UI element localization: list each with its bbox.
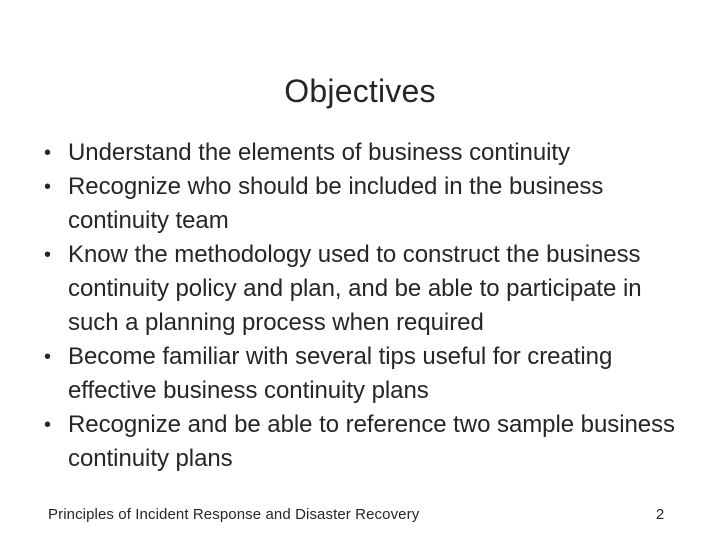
list-item: • Understand the elements of business co… [36, 136, 692, 170]
bullet-point-icon: • [44, 346, 51, 368]
list-item: • Know the methodology used to construct… [36, 238, 692, 340]
list-item-text: Become familiar with several tips useful… [68, 343, 613, 404]
presentation-slide: Objectives • Understand the elements of … [0, 0, 720, 540]
objectives-bullet-list: • Understand the elements of business co… [36, 136, 692, 476]
bullet-point-icon: • [44, 414, 51, 436]
list-item-text: Recognize and be able to reference two s… [68, 411, 676, 472]
slide-footer: Principles of Incident Response and Disa… [0, 502, 720, 530]
list-item-text: Understand the elements of business cont… [68, 139, 570, 166]
list-item: • Become familiar with several tips usef… [36, 340, 692, 408]
bullet-point-icon: • [44, 244, 51, 266]
list-item: • Recognize who should be included in th… [36, 170, 692, 238]
slide-page-number: 2 [655, 506, 665, 523]
footer-book-title: Principles of Incident Response and Disa… [48, 506, 420, 523]
list-item: • Recognize and be able to reference two… [36, 408, 692, 476]
bullet-point-icon: • [44, 142, 51, 164]
page-title: Objectives [284, 73, 436, 110]
bullet-point-icon: • [44, 176, 51, 198]
list-item-text: Recognize who should be included in the … [68, 173, 604, 234]
list-item-text: Know the methodology used to construct t… [68, 241, 642, 336]
